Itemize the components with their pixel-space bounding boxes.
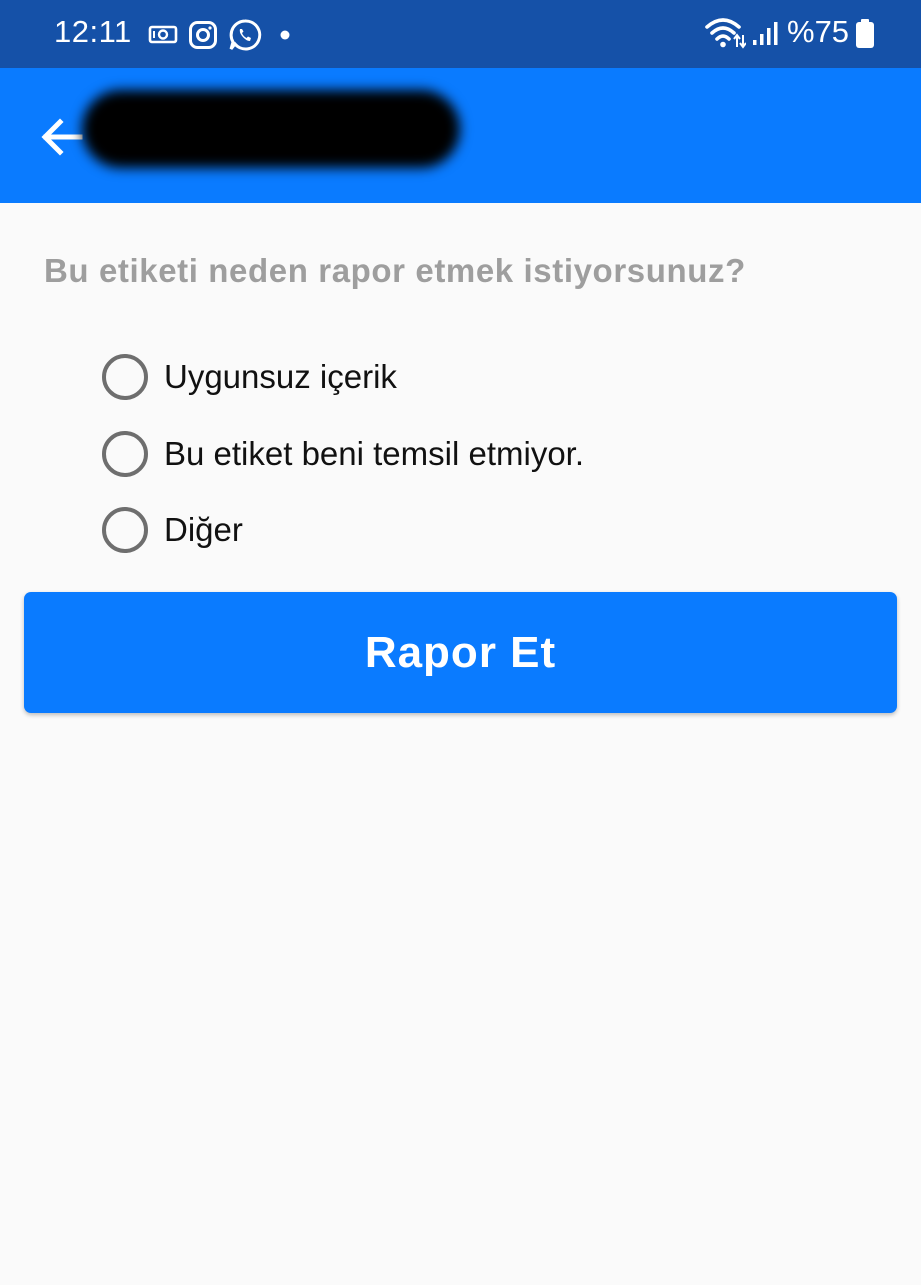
battery-percent: %75 (787, 14, 850, 49)
radio-option-label: Uygunsuz içerik (164, 358, 397, 395)
back-button[interactable] (36, 112, 88, 162)
app-bar (0, 68, 921, 203)
radio-button[interactable] (102, 354, 148, 400)
whatsapp-icon (229, 19, 262, 51)
instagram-icon (189, 21, 217, 49)
report-button[interactable]: Rapor Et (24, 592, 897, 713)
radio-option-label: Bu etiket beni temsil etmiyor. (164, 435, 585, 472)
redacted-title (82, 90, 460, 168)
arrow-left-icon (41, 118, 83, 156)
radio-button[interactable] (102, 431, 148, 477)
wifi-icon (705, 18, 746, 49)
battery-icon (856, 19, 874, 48)
report-question: Bu etiketi neden rapor etmek istiyorsunu… (44, 252, 746, 289)
status-time: 12:11 (54, 14, 132, 49)
money-icon (148, 25, 178, 44)
radio-option-other[interactable]: Diğer (100, 505, 800, 557)
status-bar: 12:11 %75 (0, 0, 921, 68)
radio-option-label: Diğer (164, 511, 243, 548)
signal-icon (753, 22, 778, 45)
dot-icon (280, 30, 290, 40)
radio-button[interactable] (102, 507, 148, 553)
radio-option-inappropriate[interactable]: Uygunsuz içerik (100, 352, 800, 404)
radio-option-not-representing[interactable]: Bu etiket beni temsil etmiyor. (100, 429, 800, 481)
